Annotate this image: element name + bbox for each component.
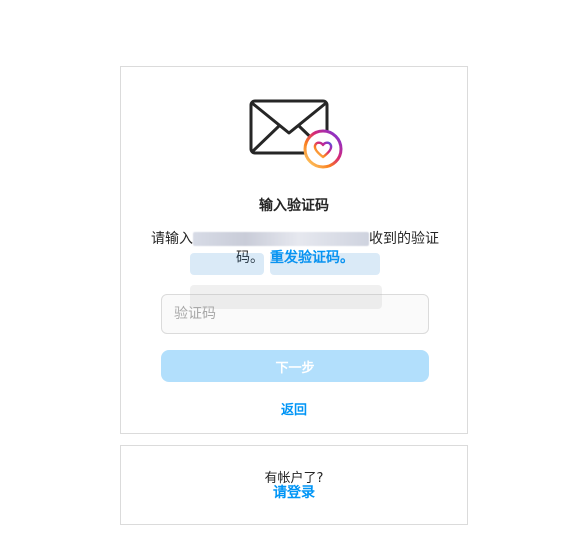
verification-description: 请输入 收到的验证码。 重发验证码。 <box>151 230 439 268</box>
back-link[interactable]: 返回 <box>121 399 467 418</box>
verification-card: 输入验证码 请输入收到的验证码。重发验证码。 下一步 返回 <box>120 66 468 434</box>
login-prompt: 有帐户了? 请登录 <box>121 471 467 501</box>
login-card: 有帐户了? 请登录 <box>120 445 468 525</box>
page-title: 输入验证码 <box>259 198 329 214</box>
heart-badge-icon <box>303 129 343 169</box>
verification-code-input[interactable] <box>161 294 429 334</box>
resend-code-link[interactable]: 重发验证码。 <box>270 250 354 266</box>
next-button[interactable]: 下一步 <box>161 350 429 382</box>
have-account-text: 有帐户了? <box>264 471 324 486</box>
redacted-email <box>193 232 369 246</box>
login-link[interactable]: 请登录 <box>121 486 467 501</box>
description-prefix: 请输入 <box>151 231 193 247</box>
